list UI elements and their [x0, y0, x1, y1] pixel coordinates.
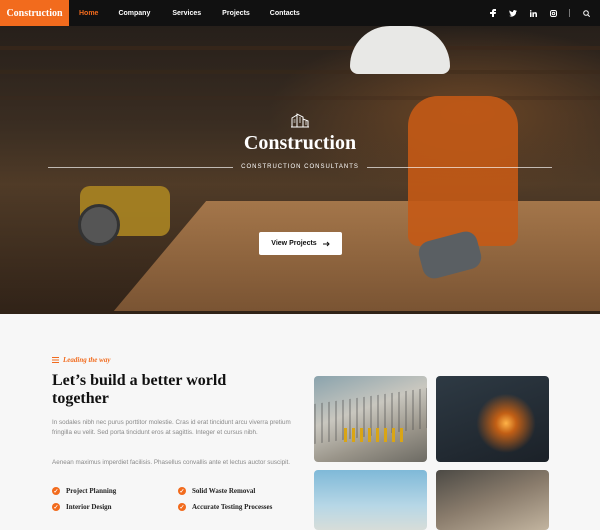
view-projects-button[interactable]: View Projects	[259, 232, 342, 255]
nav-item-company[interactable]: Company	[118, 10, 150, 17]
top-navbar: Construction Home Company Services Proje…	[0, 0, 600, 26]
check-icon: ✓	[52, 503, 60, 511]
hero-section: Construction CONSTRUCTION CONSULTANTS Vi…	[0, 26, 600, 314]
twitter-icon[interactable]	[509, 9, 517, 17]
social-links	[489, 0, 590, 26]
check-icon: ✓	[178, 487, 186, 495]
divider	[48, 166, 234, 168]
divider	[569, 9, 570, 17]
menu-lines-icon	[52, 357, 59, 363]
nav-item-services[interactable]: Services	[172, 10, 201, 17]
instagram-icon[interactable]	[549, 9, 557, 17]
nav-item-home[interactable]: Home	[79, 10, 98, 17]
building-icon	[291, 113, 309, 128]
feature-item: ✓ Solid Waste Removal	[178, 487, 255, 495]
check-icon: ✓	[52, 487, 60, 495]
project-photo-welding[interactable]	[436, 376, 549, 462]
facebook-icon[interactable]	[489, 9, 497, 17]
search-icon[interactable]	[582, 9, 590, 17]
feature-label: Solid Waste Removal	[192, 487, 256, 495]
nav-item-contacts[interactable]: Contacts	[270, 10, 300, 17]
hero-subtitle: CONSTRUCTION CONSULTANTS	[241, 164, 359, 170]
hero-subtitle-row: CONSTRUCTION CONSULTANTS	[48, 162, 552, 172]
hero-overlay: Construction CONSTRUCTION CONSULTANTS Vi…	[0, 26, 600, 314]
feature-label: Project Planning	[66, 487, 117, 495]
divider	[366, 166, 552, 168]
about-paragraph: In sodales nibh nec purus porttitor mole…	[52, 419, 291, 436]
eyebrow-text: Leading the way	[63, 356, 111, 364]
project-photo-blueprints[interactable]	[436, 470, 549, 530]
view-projects-label: View Projects	[271, 240, 317, 247]
check-icon: ✓	[178, 503, 186, 511]
feature-label: Accurate Testing Processes	[192, 503, 273, 511]
nav-item-projects[interactable]: Projects	[222, 10, 250, 17]
feature-item: ✓ Interior Design	[52, 503, 112, 511]
feature-item: ✓ Project Planning	[52, 487, 116, 495]
arrow-right-icon	[322, 241, 330, 246]
linkedin-icon[interactable]	[529, 9, 537, 17]
project-photo-site[interactable]	[314, 376, 427, 462]
hero-title: Construction	[243, 132, 357, 154]
about-section: Leading the way Let’s build a better wor…	[0, 314, 600, 530]
photo-workers	[344, 428, 404, 442]
project-photo-crane[interactable]	[314, 470, 427, 530]
feature-item: ✓ Accurate Testing Processes	[178, 503, 272, 511]
about-paragraph: Aenean maximus imperdiet facilisis. Phas…	[52, 459, 290, 466]
main-menu: Home Company Services Projects Contacts	[79, 10, 312, 17]
feature-label: Interior Design	[66, 503, 112, 511]
eyebrow: Leading the way	[52, 356, 110, 364]
brand-logo[interactable]: Construction	[0, 0, 69, 26]
section-heading: Let’s build a better world together	[52, 372, 227, 407]
